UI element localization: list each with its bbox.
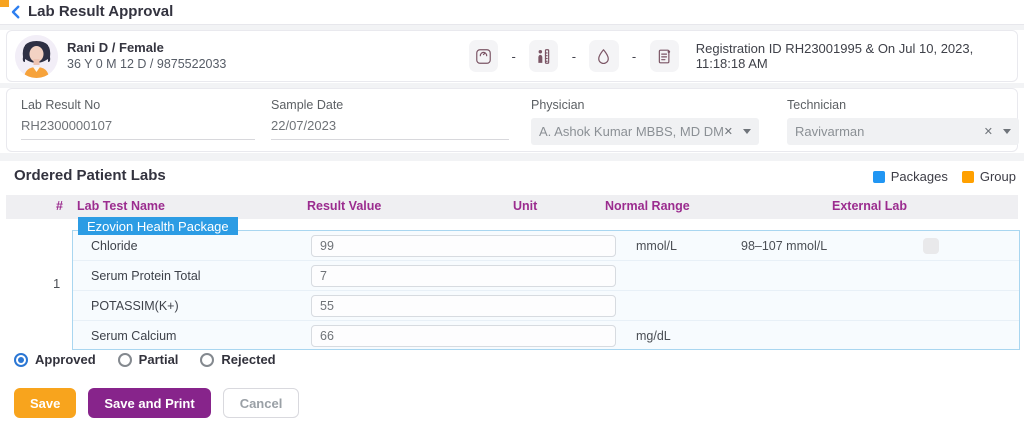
chevron-down-icon[interactable] — [1003, 129, 1011, 134]
lab-test-name: Chloride — [91, 239, 138, 253]
sample-date-label: Sample Date — [271, 98, 509, 112]
unit-value: mmol/L — [636, 239, 677, 253]
col-header-index: # — [56, 199, 63, 213]
sample-date-value[interactable]: 22/07/2023 — [271, 118, 509, 140]
package-row-number: 1 — [53, 276, 60, 291]
radio-partial-label: Partial — [139, 352, 179, 367]
height-value: - — [569, 49, 578, 64]
table-row: Serum Protein Total — [73, 261, 1019, 291]
save-button[interactable]: Save — [14, 388, 76, 418]
col-header-lab-test-name: Lab Test Name — [77, 199, 165, 213]
registration-doc-icon — [650, 40, 679, 72]
unit-value: mg/dL — [636, 329, 671, 343]
result-value-input[interactable] — [311, 235, 616, 257]
action-buttons: Save Save and Print Cancel — [14, 388, 299, 418]
technician-label: Technician — [787, 98, 1019, 112]
result-value-input[interactable] — [311, 265, 616, 287]
chevron-left-icon — [7, 3, 25, 21]
table-row: POTASSIM(K+) — [73, 291, 1019, 321]
lab-test-name: POTASSIM(K+) — [91, 299, 179, 313]
sample-date-field: Sample Date 22/07/2023 — [271, 98, 509, 140]
patient-name: Rani D / Female — [67, 40, 164, 55]
col-header-unit: Unit — [513, 199, 537, 213]
legend-packages: Packages — [873, 169, 948, 184]
back-button[interactable] — [7, 3, 25, 21]
radio-approved-label: Approved — [35, 352, 96, 367]
chevron-down-icon[interactable] — [743, 129, 751, 134]
patient-age-contact: 36 Y 0 M 12 D / 9875522033 — [67, 57, 226, 71]
registration-info: Registration ID RH23001995 & On Jul 10, … — [696, 41, 1017, 71]
cancel-button[interactable]: Cancel — [223, 388, 300, 418]
save-and-print-button[interactable]: Save and Print — [88, 388, 210, 418]
patient-info-bar: Rani D / Female 36 Y 0 M 12 D / 98755220… — [6, 30, 1018, 82]
patient-avatar — [15, 35, 58, 78]
package-badge: Ezovion Health Package — [78, 217, 238, 235]
blood-group-value: - — [630, 49, 639, 64]
section-title: Ordered Patient Labs — [14, 167, 166, 184]
top-bar: Lab Result Approval — [0, 0, 1024, 25]
col-header-result-value: Result Value — [307, 199, 381, 213]
legend-packages-label: Packages — [891, 169, 948, 184]
lab-result-no-value[interactable]: RH2300000107 — [21, 118, 255, 140]
legend-group: Group — [962, 169, 1016, 184]
technician-selected-value: Ravivarman — [795, 124, 984, 139]
radio-rejected[interactable]: Rejected — [200, 352, 275, 367]
physician-field: Physician A. Ashok Kumar MBBS, MD DM ✕ — [531, 98, 759, 145]
physician-label: Physician — [531, 98, 759, 112]
weight-value: - — [509, 49, 518, 64]
packages-color-swatch — [873, 171, 885, 183]
technician-field: Technician Ravivarman ✕ — [787, 98, 1019, 145]
normal-range-value: 98–107 mmol/L — [741, 239, 827, 253]
group-color-swatch — [962, 171, 974, 183]
lab-test-name: Serum Protein Total — [91, 269, 201, 283]
table-row: Chloride mmol/L 98–107 mmol/L — [73, 231, 1019, 261]
radio-unselected-icon[interactable] — [118, 353, 132, 367]
legend-group-label: Group — [980, 169, 1016, 184]
radio-partial[interactable]: Partial — [118, 352, 179, 367]
lab-result-form: Lab Result No RH2300000107 Sample Date 2… — [6, 88, 1018, 152]
radio-unselected-icon[interactable] — [200, 353, 214, 367]
col-header-external-lab: External Lab — [832, 199, 907, 213]
approval-status-group: Approved Partial Rejected — [14, 352, 276, 367]
radio-rejected-label: Rejected — [221, 352, 275, 367]
height-scale-icon — [529, 40, 558, 72]
table-row: Serum Calcium mg/dL — [73, 321, 1019, 351]
lab-result-no-field: Lab Result No RH2300000107 — [21, 98, 255, 140]
clear-icon[interactable]: ✕ — [724, 125, 733, 138]
page-title: Lab Result Approval — [28, 3, 173, 20]
result-value-input[interactable] — [311, 295, 616, 317]
physician-selected-value: A. Ashok Kumar MBBS, MD DM — [539, 124, 724, 139]
radio-selected-icon[interactable] — [14, 353, 28, 367]
result-value-input[interactable] — [311, 325, 616, 347]
col-header-normal-range: Normal Range — [605, 199, 690, 213]
labs-table-header: # Lab Test Name Result Value Unit Normal… — [6, 195, 1018, 219]
clear-icon[interactable]: ✕ — [984, 125, 993, 138]
blood-drop-icon — [589, 40, 618, 72]
lab-result-no-label: Lab Result No — [21, 98, 255, 112]
legend: Packages Group — [873, 169, 1016, 184]
divider — [0, 153, 1024, 161]
external-lab-checkbox[interactable] — [923, 238, 939, 254]
physician-select[interactable]: A. Ashok Kumar MBBS, MD DM ✕ — [531, 118, 759, 145]
lab-test-name: Serum Calcium — [91, 329, 176, 343]
package-tests-group: Chloride mmol/L 98–107 mmol/L Serum Prot… — [72, 230, 1020, 350]
patient-vitals: - - - — [469, 40, 1017, 72]
technician-select[interactable]: Ravivarman ✕ — [787, 118, 1019, 145]
weight-scale-icon — [469, 40, 498, 72]
radio-approved[interactable]: Approved — [14, 352, 96, 367]
